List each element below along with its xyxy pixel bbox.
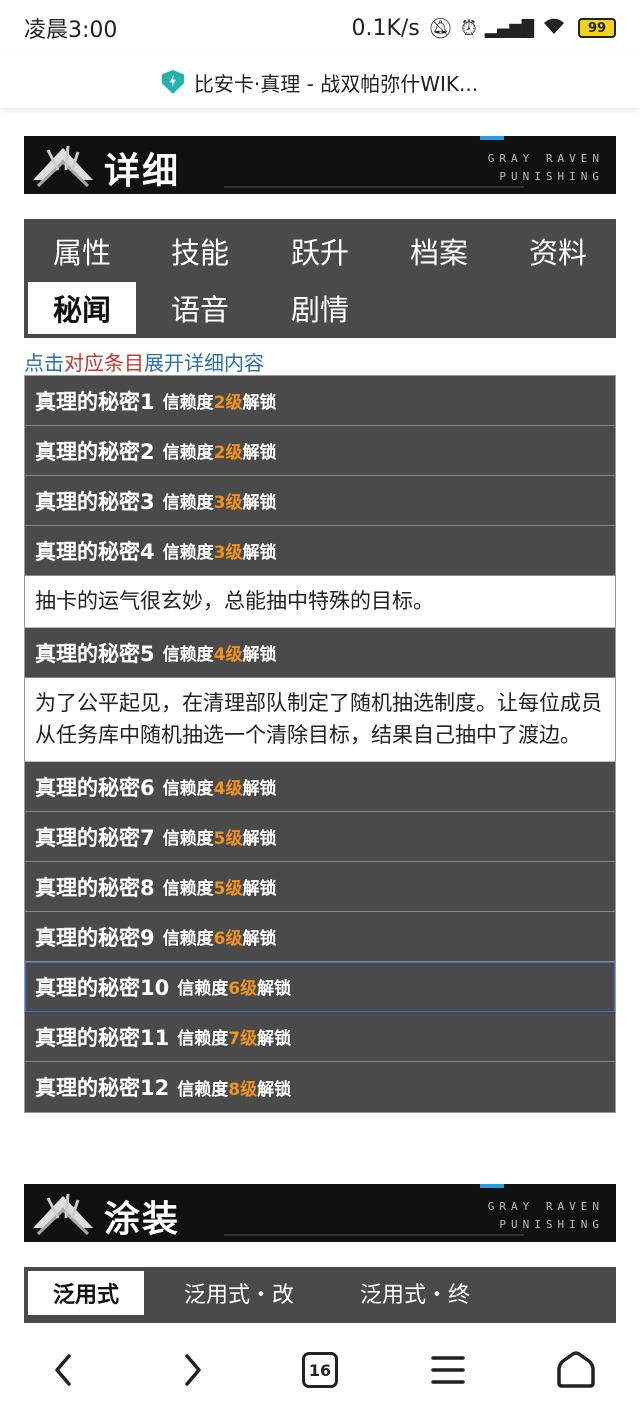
status-icons: 0.1K/s 🔕︎ ⏰︎ ▂▄▆█ 99 (351, 16, 616, 41)
skin-tabs: 泛用式 泛用式・改 泛用式・终 (24, 1267, 616, 1323)
unlock-condition: 信赖度2级解锁 (162, 393, 277, 413)
home-icon (557, 1351, 595, 1388)
tabs-button[interactable]: 16 (288, 1342, 352, 1398)
secret-name: 真理的秘密7 (35, 825, 155, 850)
signal-icon: ▂▄▆█ (484, 18, 534, 38)
banner-divider (224, 186, 524, 188)
brand-line-2: PUNISHING (499, 170, 604, 183)
tab-skin-modified[interactable]: 泛用式・改 (164, 1271, 314, 1315)
wifi-icon (542, 16, 566, 40)
tab-skin-default[interactable]: 泛用式 (28, 1271, 144, 1315)
tab-voice[interactable]: 语音 (146, 282, 254, 334)
secret-name: 真理的秘密2 (35, 439, 155, 464)
secret-row-2[interactable]: 真理的秘密2 信赖度2级解锁 (25, 426, 615, 476)
raven-emblem-icon (33, 145, 93, 188)
tab-story[interactable]: 剧情 (266, 282, 374, 334)
home-button[interactable] (544, 1342, 608, 1398)
detail-section-title: 详细 (104, 151, 181, 192)
tab-ascension[interactable]: 跃升 (266, 225, 374, 277)
status-bar: 凌晨3:00 0.1K/s 🔕︎ ⏰︎ ▂▄▆█ 99 (0, 0, 640, 56)
secret-row-8[interactable]: 真理的秘密8 信赖度5级解锁 (25, 862, 615, 912)
hint-part-3: 展开详细内容 (144, 351, 264, 375)
secret-name: 真理的秘密3 (35, 489, 155, 514)
page-title: 比安卡·真理 - 战双帕弥什WIK... (193, 71, 479, 96)
secret-name: 真理的秘密9 (35, 925, 155, 950)
secret-row-11[interactable]: 真理的秘密11 信赖度7级解锁 (25, 1012, 615, 1062)
tab-archive[interactable]: 档案 (385, 225, 493, 277)
tabs-count-icon: 16 (302, 1352, 338, 1388)
tab-secrets[interactable]: 秘闻 (28, 282, 136, 334)
detail-section-banner: 详细 GRAY RAVEN PUNISHING (24, 136, 616, 194)
game-brand-text: GRAY RAVEN PUNISHING (488, 1198, 604, 1234)
secret-row-1[interactable]: 真理的秘密1 信赖度2级解锁 (25, 376, 615, 426)
mute-bell-icon: 🔕︎ (427, 16, 454, 40)
secret-name: 真理的秘密4 (35, 539, 155, 564)
forward-icon (185, 1354, 201, 1386)
secret-row-3[interactable]: 真理的秘密3 信赖度3级解锁 (25, 476, 615, 526)
unlock-condition: 信赖度4级解锁 (162, 645, 277, 665)
unlock-condition: 信赖度8级解锁 (177, 1079, 292, 1100)
unlock-condition: 信赖度3级解锁 (162, 543, 277, 563)
hint-part-2: 对应条目 (64, 351, 144, 375)
brand-line-1: GRAY RAVEN (487, 152, 604, 165)
network-speed: 0.1K/s (351, 15, 420, 41)
tab-attributes[interactable]: 属性 (28, 225, 136, 277)
unlock-condition: 信赖度3级解锁 (162, 493, 277, 513)
secret-name: 真理的秘密11 (35, 1025, 170, 1050)
secret-row-5[interactable]: 真理的秘密5 信赖度4级解锁 (25, 628, 615, 678)
unlock-condition: 信赖度5级解锁 (162, 829, 277, 849)
brand-line-1: GRAY RAVEN (487, 1200, 604, 1213)
game-brand-text: GRAY RAVEN PUNISHING (488, 150, 604, 186)
banner-divider (224, 1234, 524, 1236)
expand-hint: 点击对应条目展开详细内容 (24, 347, 264, 376)
banner-accent (480, 136, 504, 140)
secret-row-4[interactable]: 真理的秘密4 信赖度3级解锁 (25, 526, 615, 576)
alarm-icon: ⏰︎ (461, 16, 477, 40)
skin-section-banner: 涂装 GRAY RAVEN PUNISHING (24, 1184, 616, 1242)
tab-skin-final[interactable]: 泛用式・终 (340, 1271, 490, 1315)
secret-row-10[interactable]: 真理的秘密10 信赖度6级解锁 (25, 962, 615, 1012)
unlock-condition: 信赖度7级解锁 (177, 1029, 292, 1049)
secrets-list: 真理的秘密1 信赖度2级解锁 真理的秘密2 信赖度2级解锁 真理的秘密3 信赖度… (24, 375, 616, 1113)
url-bar[interactable]: 比安卡·真理 - 战双帕弥什WIK... (0, 56, 640, 108)
tab-skills[interactable]: 技能 (146, 225, 254, 277)
brand-line-2: PUNISHING (499, 1218, 604, 1231)
banner-accent (480, 1184, 504, 1188)
secret-detail-5: 为了公平起见，在清理部队制定了随机抽选制度。让每位成员从任务库中随机抽选一个清除… (25, 678, 615, 762)
detail-tabs: 属性 技能 跃升 档案 资料 秘闻 语音 剧情 (24, 219, 616, 338)
secret-name: 真理的秘密6 (35, 775, 155, 800)
skin-section-title: 涂装 (104, 1199, 181, 1240)
hint-part-1: 点击 (24, 351, 64, 375)
menu-button[interactable] (416, 1342, 480, 1398)
unlock-condition: 信赖度6级解锁 (162, 929, 277, 949)
unlock-condition: 信赖度6级解锁 (177, 979, 292, 999)
tab-count: 16 (308, 1360, 332, 1380)
unlock-condition: 信赖度4级解锁 (162, 779, 277, 799)
back-button[interactable] (32, 1342, 96, 1398)
unlock-condition: 信赖度2级解锁 (162, 443, 277, 463)
back-icon (55, 1354, 71, 1386)
secret-name: 真理的秘密8 (35, 875, 155, 900)
browser-nav-bar: 16 (0, 1326, 640, 1422)
secret-row-9[interactable]: 真理的秘密9 信赖度6级解锁 (25, 912, 615, 962)
battery-icon: 99 (578, 18, 616, 38)
secret-name: 真理的秘密1 (35, 389, 155, 414)
secret-row-7[interactable]: 真理的秘密7 信赖度5级解锁 (25, 812, 615, 862)
secret-name: 真理的秘密12 (35, 1076, 170, 1100)
tab-materials[interactable]: 资料 (504, 225, 612, 277)
unlock-condition: 信赖度5级解锁 (162, 879, 277, 899)
forward-button[interactable] (160, 1342, 224, 1398)
secret-name: 真理的秘密10 (35, 975, 170, 1000)
status-time: 凌晨3:00 (24, 18, 118, 43)
raven-emblem-icon (33, 1193, 93, 1236)
secret-row-12[interactable]: 真理的秘密12 信赖度8级解锁 (25, 1062, 615, 1112)
secret-name: 真理的秘密5 (35, 641, 155, 666)
security-shield-icon (161, 70, 184, 94)
secret-detail-4: 抽卡的运气很玄妙，总能抽中特殊的目标。 (25, 576, 615, 628)
menu-icon (431, 1356, 465, 1384)
secret-row-6[interactable]: 真理的秘密6 信赖度4级解锁 (25, 762, 615, 812)
